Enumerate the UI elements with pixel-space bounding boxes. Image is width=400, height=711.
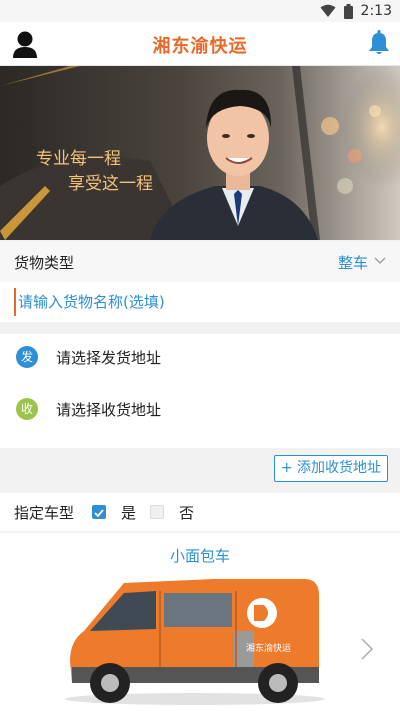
cargo-type-label: 货物类型: [14, 254, 75, 272]
vehicle-type-label: 指定车型: [14, 504, 75, 522]
banner-slogan-1: 专业每一程: [36, 149, 121, 169]
app-title: 湘东渝快运: [152, 36, 248, 57]
cargo-type-value[interactable]: 整车: [338, 252, 368, 273]
receive-badge-icon: 收: [16, 398, 38, 420]
app-header: 湘东渝快运: [0, 22, 400, 66]
yes-checkbox[interactable]: [92, 505, 106, 519]
cargo-name-input[interactable]: [14, 288, 384, 316]
cargo-name-row: [0, 282, 400, 322]
add-receive-address-button[interactable]: + 添加收货地址: [273, 455, 388, 482]
chevron-right-icon[interactable]: [360, 637, 374, 661]
banner-slogan-2: 享受这一程: [68, 174, 153, 194]
receive-address-text: 请选择收货地址: [56, 401, 162, 419]
check-icon: [94, 509, 104, 518]
no-label: 否: [179, 504, 195, 522]
promo-banner[interactable]: 专业每一程 享受这一程: [0, 66, 400, 240]
yes-label: 是: [121, 504, 137, 522]
chevron-down-icon[interactable]: [374, 256, 386, 266]
cargo-type-row[interactable]: 货物类型 整车: [0, 242, 400, 282]
status-bar: 2:13: [0, 0, 400, 22]
status-time: 2:13: [360, 3, 392, 19]
ship-address-text: 请选择发货地址: [56, 349, 162, 367]
van-brand-text: 湘东渝快运: [246, 642, 291, 654]
vehicle-type-row: 指定车型 是 否: [0, 493, 400, 531]
van-image: 湘东渝快运: [65, 579, 325, 705]
address-section: 发 请选择发货地址 收 请选择收货地址: [0, 334, 400, 448]
receive-address-row[interactable]: 收 请选择收货地址: [0, 386, 400, 436]
vehicle-name: 小面包车: [169, 547, 230, 565]
bell-icon[interactable]: [368, 30, 390, 56]
vehicle-card[interactable]: 小面包车 湘东渝快运: [0, 533, 400, 711]
wifi-icon: [320, 4, 336, 17]
ship-address-row[interactable]: 发 请选择发货地址: [0, 334, 400, 384]
no-checkbox[interactable]: [150, 505, 164, 519]
battery-icon: [343, 3, 353, 19]
ship-badge-icon: 发: [16, 346, 38, 368]
